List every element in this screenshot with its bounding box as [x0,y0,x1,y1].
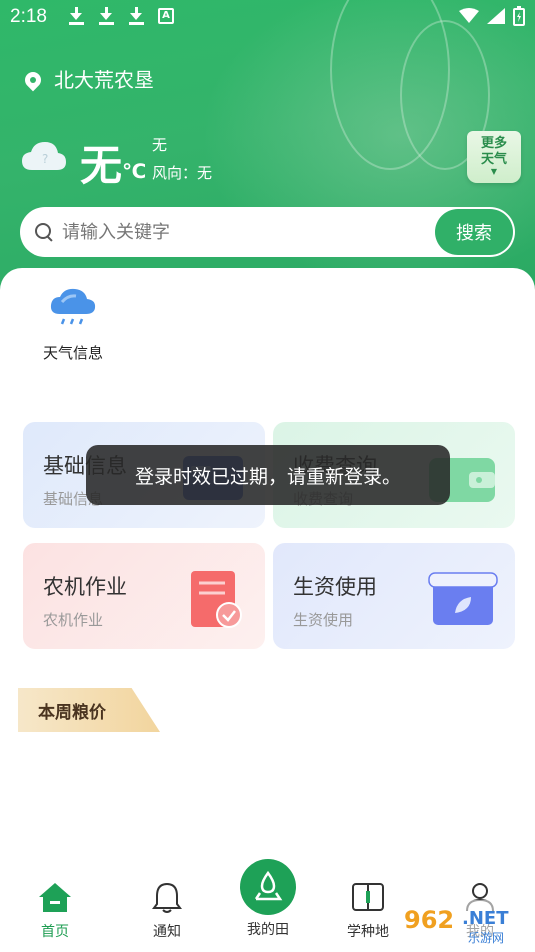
status-time: 2:18 [10,6,47,27]
main-content: 天气信息 基础信息 基础信息 收费查询 收费查询 农机作业 农机作业 生资使用 [0,268,535,888]
svg-text:962: 962 [404,906,454,934]
download-icon [98,6,114,26]
notification-icons: A [68,6,174,26]
location-pin-icon [24,72,42,94]
weather-info-label: 天气信息 [42,344,103,362]
download-icon [68,6,84,26]
nav-learn-farming[interactable]: 学种地 [328,881,408,941]
home-icon [39,883,71,912]
temperature: 无℃ [80,141,147,190]
search-input[interactable] [62,221,422,243]
battery-icon [513,6,525,26]
rain-cloud-icon [50,288,96,325]
grain-price-section-tag: 本周粮价 [18,688,160,732]
more-weather-line2: 天气 [480,152,507,167]
search-button[interactable]: 搜索 [435,209,513,255]
site-watermark-logo: 962 .NET 乐游网 [398,900,530,946]
session-expired-toast: 登录时效已过期，请重新登录。 [86,445,450,505]
chevron-down-icon: ▼ [490,167,498,176]
svg-text:?: ? [42,152,48,166]
nav-my-field[interactable]: 我的田 [228,859,308,939]
svg-text:.NET: .NET [462,908,509,929]
nav-notice[interactable]: 通知 [127,881,207,941]
nav-notice-label: 通知 [153,924,181,940]
book-icon [352,883,384,911]
wifi-icon [459,8,479,23]
status-bar: 2:18 A [0,0,535,36]
signal-icon [487,8,505,24]
more-weather-button[interactable]: 更多 天气 ▼ [467,131,521,183]
my-field-button-circle [240,859,296,915]
header: 2:18 A 北大荒农垦 ? 无℃ 无 风向：无 更多 天气 ▼ 搜 [0,0,535,300]
download-icon [128,6,144,26]
nav-home-label: 首页 [41,924,69,940]
farm-machinery-card[interactable]: 农机作业 农机作业 [23,543,265,649]
location-name: 北大荒农垦 [54,67,154,92]
weather-info-entry[interactable]: 天气信息 [38,286,108,363]
nav-learn-label: 学种地 [347,924,389,940]
more-weather-line1: 更多 [480,136,507,151]
weather-description: 无 [152,136,168,154]
nav-home[interactable]: 首页 [15,881,95,941]
nav-my-field-label: 我的田 [247,922,289,938]
seed-box-icon [428,572,498,625]
wind-direction: 风向：无 [152,164,213,182]
supplies-usage-card[interactable]: 生资使用 生资使用 [273,543,515,649]
system-icons [459,6,525,26]
svg-text:乐游网: 乐游网 [468,931,504,945]
document-check-icon [191,571,242,628]
sprout-icon [254,870,283,901]
app-notification-icon: A [158,8,174,24]
bell-icon [152,882,182,913]
search-icon [34,222,54,242]
cloud-icon: ? [22,142,66,170]
location-selector[interactable]: 北大荒农垦 [24,62,154,94]
search-bar: 搜索 [20,207,515,257]
